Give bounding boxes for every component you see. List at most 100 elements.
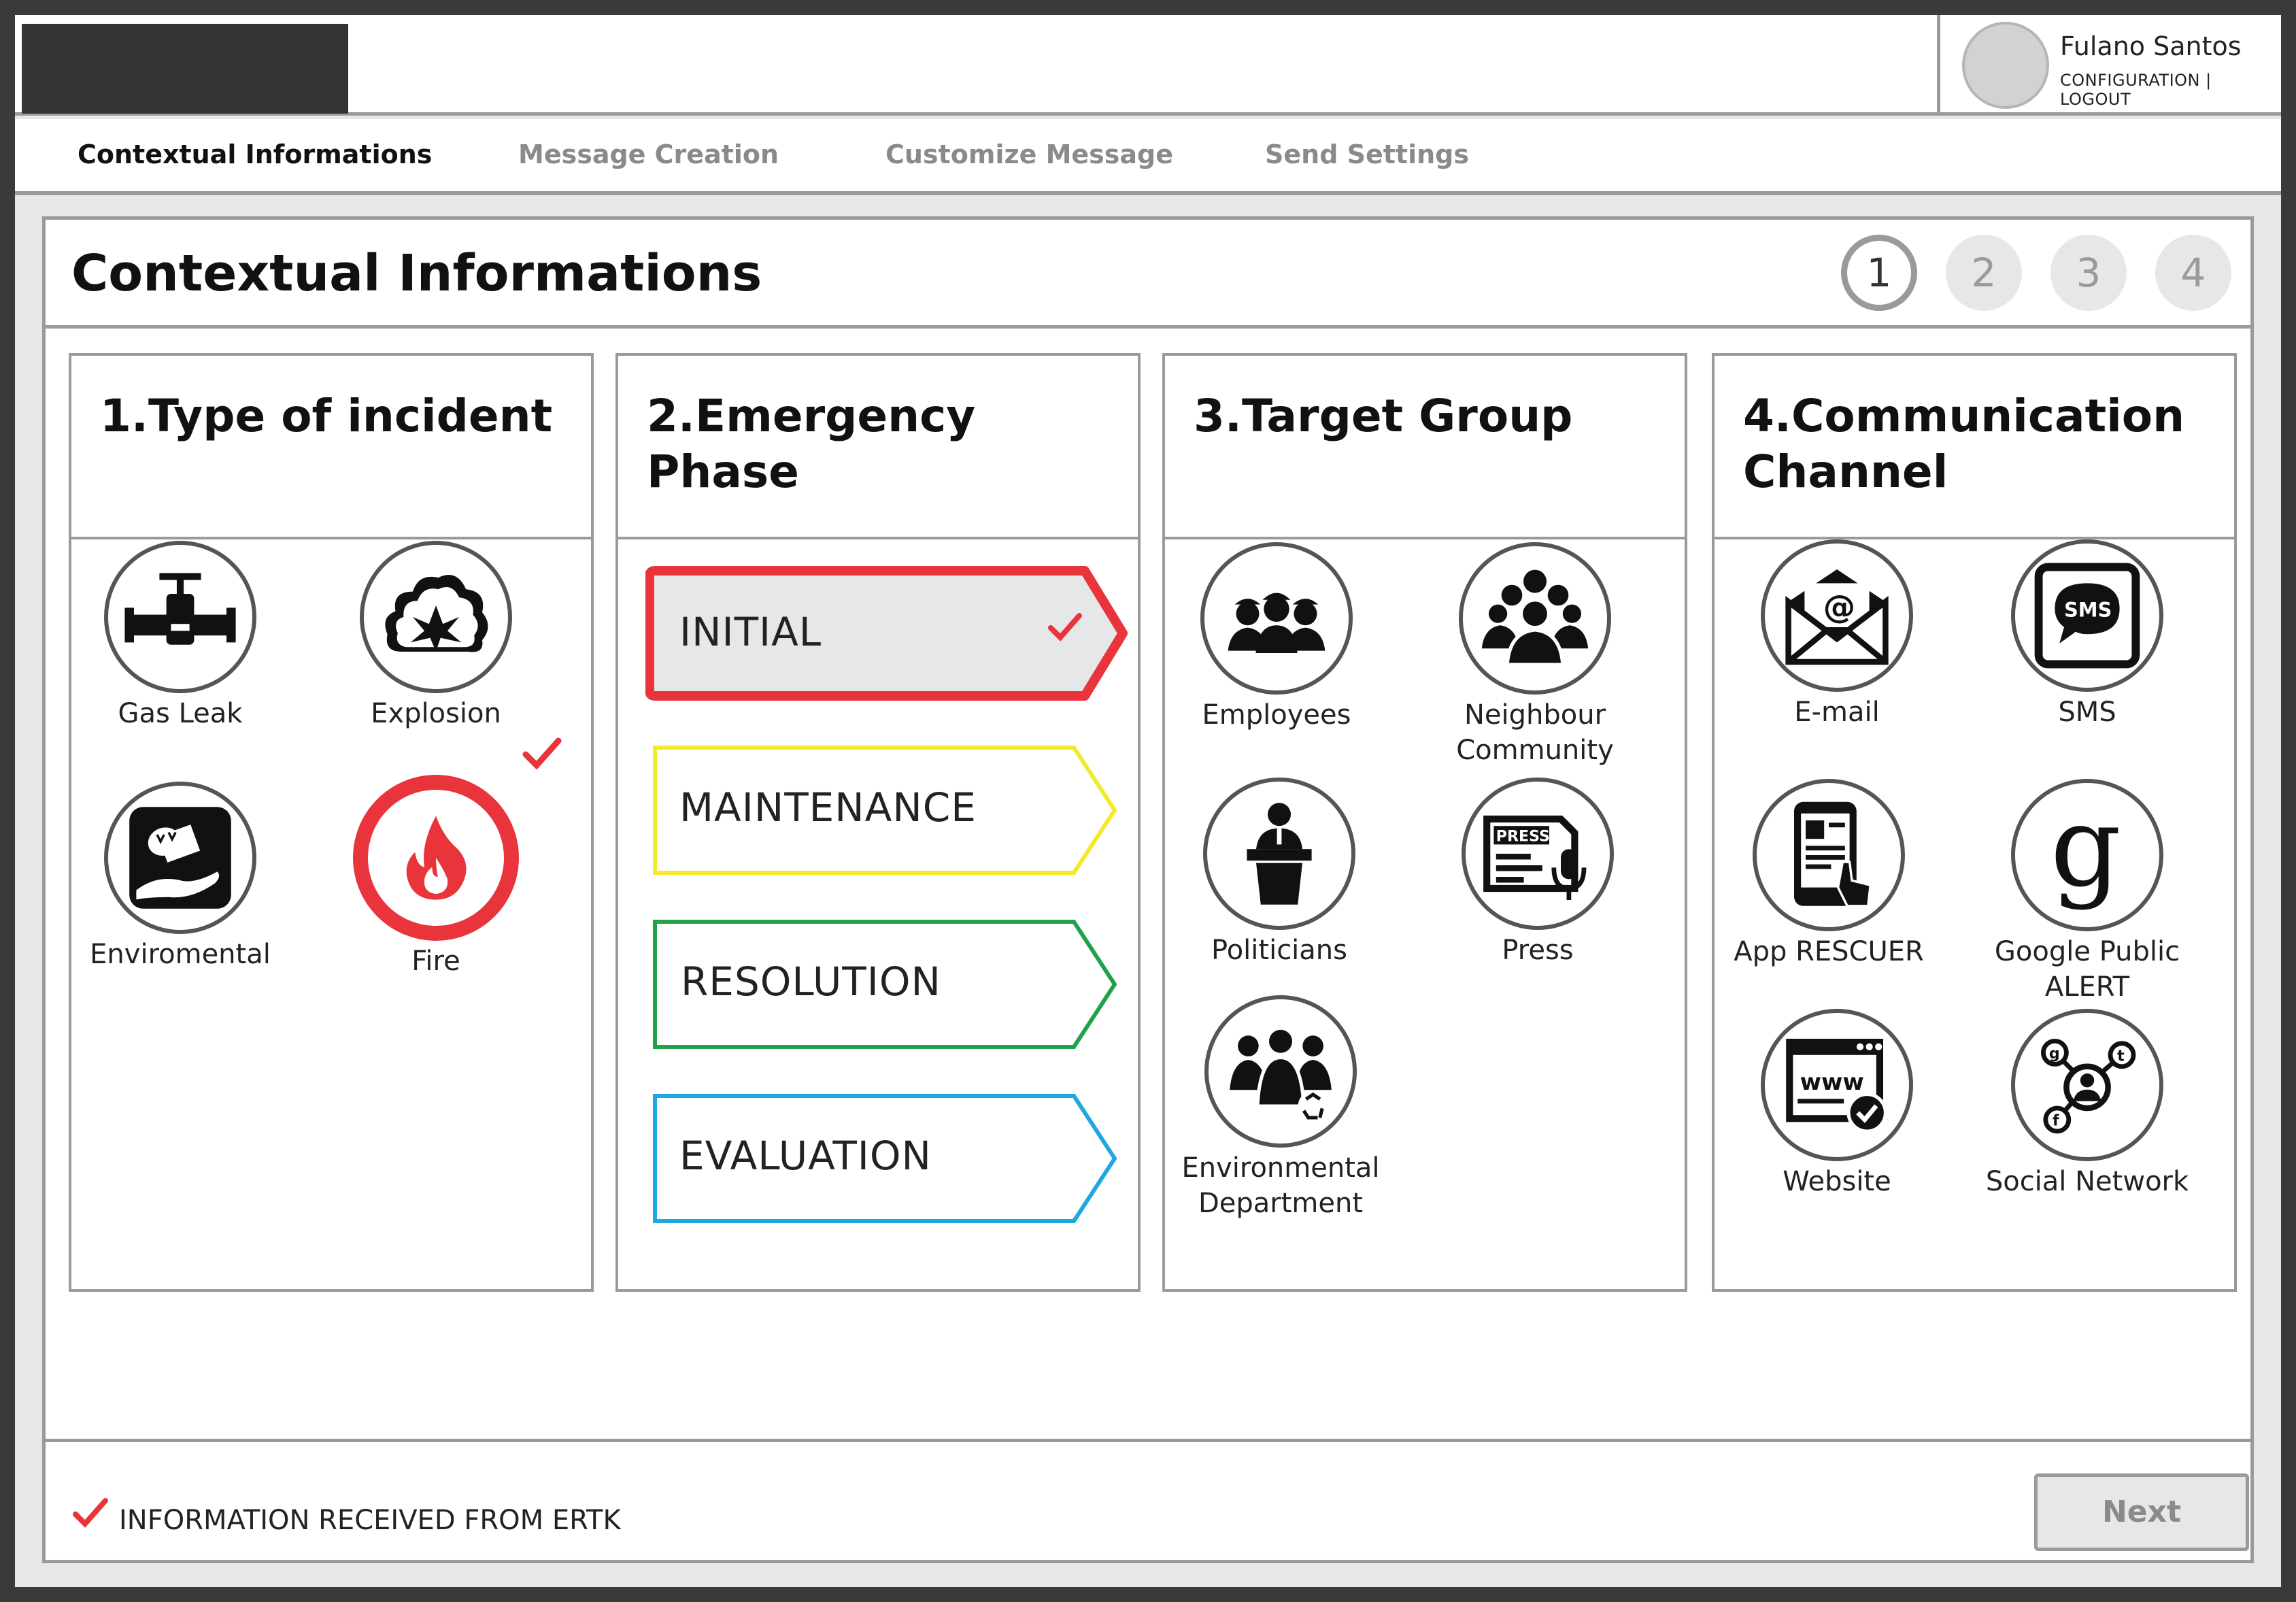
option-label: SMS — [2058, 697, 2116, 728]
option-label: Social Network — [1985, 1166, 2189, 1197]
environmental-department-icon — [1204, 995, 1357, 1148]
phase-column-title: 2.Emergency Phase — [647, 390, 976, 498]
channel-column-header: 4.Communication Channel — [1715, 356, 2234, 539]
phase-maintenance[interactable]: MAINTENANCE — [652, 745, 1121, 881]
svg-text:www: www — [1800, 1069, 1864, 1096]
target-neighbour-community[interactable]: Neighbour Community — [1426, 542, 1644, 768]
community-icon — [1459, 542, 1611, 695]
target-employees[interactable]: Employees — [1168, 542, 1385, 733]
channel-email[interactable]: @ E-mail — [1728, 539, 1946, 730]
press-icon: PRESS — [1462, 778, 1614, 930]
phase-column: 2.Emergency Phase INITIAL MAINTENANCE RE… — [615, 353, 1141, 1292]
phase-label: RESOLUTION — [681, 958, 941, 1005]
option-label: Website — [1783, 1166, 1891, 1197]
phase-initial[interactable]: INITIAL — [645, 560, 1135, 714]
incident-column: 1.Type of incident Gas Leak Explosion En… — [69, 353, 594, 1292]
tab-send-settings[interactable]: Send Settings — [1265, 139, 1469, 169]
logout-link[interactable]: LOGOUT — [2060, 90, 2131, 109]
logo — [22, 24, 348, 114]
target-politicians[interactable]: Politicians — [1170, 778, 1388, 968]
received-check-icon — [73, 1498, 108, 1528]
status-text: INFORMATION RECEIVED FROM ERTK — [119, 1505, 621, 1536]
incident-explosion[interactable]: Explosion — [327, 541, 545, 731]
option-label: Employees — [1202, 699, 1351, 731]
option-label: Politicians — [1211, 935, 1347, 966]
user-name: Fulano Santos — [2060, 31, 2242, 61]
channel-social-network[interactable]: g t f Social Network — [1978, 1009, 2196, 1199]
phase-label: MAINTENANCE — [679, 784, 977, 831]
step-2[interactable]: 2 — [1946, 235, 2022, 311]
phase-resolution[interactable]: RESOLUTION — [652, 919, 1121, 1055]
politician-podium-icon — [1203, 778, 1355, 930]
selected-check-icon — [522, 737, 562, 770]
card-header: Contextual Informations 1 2 3 4 — [46, 220, 2250, 329]
option-label: E-mail — [1794, 697, 1880, 728]
nav-bar: Contextual Informations Message Creation… — [15, 119, 2281, 195]
google-icon: g — [2011, 779, 2163, 931]
tab-customize-message[interactable]: Customize Message — [885, 139, 1173, 169]
option-label: App RESCUER — [1734, 936, 1924, 967]
option-label: Neighbour Community — [1456, 699, 1614, 766]
target-column: 3.Target Group Employees Neighbour Commu… — [1162, 353, 1687, 1292]
gas-valve-icon — [104, 541, 256, 693]
channel-app-rescuer[interactable]: App RESCUER — [1720, 779, 1938, 969]
incident-environmental[interactable]: Enviromental — [71, 782, 289, 972]
app-window: Fulano Santos CONFIGURATION | LOGOUT Con… — [15, 15, 2281, 1587]
social-network-icon: g t f — [2011, 1009, 2163, 1161]
tab-contextual-informations[interactable]: Contextual Informations — [78, 139, 432, 169]
option-label: Gas Leak — [118, 698, 243, 729]
channel-google-public-alert[interactable]: g Google Public ALERT — [1978, 779, 2196, 1005]
environmental-spill-icon — [104, 782, 256, 934]
option-label: Enviromental — [90, 939, 271, 970]
selected-check-icon — [1048, 613, 1082, 641]
svg-text:f: f — [2053, 1112, 2059, 1130]
sms-icon: SMS — [2011, 539, 2163, 692]
card-footer: INFORMATION RECEIVED FROM ERTK Next — [46, 1439, 2250, 1560]
option-label: Explosion — [371, 698, 501, 729]
link-separator: | — [2200, 71, 2212, 90]
top-bar: Fulano Santos CONFIGURATION | LOGOUT — [15, 15, 2281, 116]
incident-gas-leak[interactable]: Gas Leak — [71, 541, 289, 731]
target-column-header: 3.Target Group — [1165, 356, 1685, 539]
tab-message-creation[interactable]: Message Creation — [518, 139, 779, 169]
channel-sms[interactable]: SMS SMS — [1978, 539, 2196, 730]
incident-column-header: 1.Type of incident — [71, 356, 591, 539]
target-column-title: 3.Target Group — [1194, 390, 1573, 442]
user-area: Fulano Santos CONFIGURATION | LOGOUT — [1937, 15, 2281, 116]
incident-fire[interactable]: Fire — [327, 775, 545, 979]
phase-label: INITIAL — [679, 609, 822, 655]
phase-evaluation[interactable]: EVALUATION — [652, 1093, 1121, 1229]
fire-icon — [353, 775, 519, 941]
option-label: Environmental Department — [1181, 1152, 1380, 1219]
option-label: Google Public ALERT — [1994, 936, 2180, 1003]
main-card: Contextual Informations 1 2 3 4 1.Type o… — [42, 216, 2254, 1563]
option-label: Press — [1502, 935, 1574, 966]
page-title: Contextual Informations — [71, 244, 762, 303]
option-label: Fire — [411, 946, 460, 977]
avatar[interactable] — [1962, 22, 2049, 109]
target-press[interactable]: PRESS Press — [1429, 778, 1647, 968]
incident-column-title: 1.Type of incident — [100, 390, 553, 442]
phase-column-header: 2.Emergency Phase — [618, 356, 1138, 539]
step-4[interactable]: 4 — [2155, 235, 2231, 311]
explosion-icon — [360, 541, 512, 693]
step-1[interactable]: 1 — [1841, 235, 1917, 311]
svg-text:PRESS: PRESS — [1496, 827, 1550, 845]
svg-text:@: @ — [1823, 588, 1856, 626]
svg-text:t: t — [2117, 1047, 2125, 1065]
workers-icon — [1200, 542, 1353, 695]
next-button[interactable]: Next — [2034, 1473, 2249, 1551]
user-links: CONFIGURATION | LOGOUT — [2060, 71, 2281, 109]
website-icon: www — [1761, 1009, 1913, 1161]
configuration-link[interactable]: CONFIGURATION — [2060, 71, 2200, 90]
step-3[interactable]: 3 — [2050, 235, 2127, 311]
channel-website[interactable]: www Website — [1728, 1009, 1946, 1199]
phase-label: EVALUATION — [679, 1133, 932, 1179]
svg-text:SMS: SMS — [2064, 599, 2112, 622]
channel-column-title: 4.Communication Channel — [1743, 390, 2185, 498]
email-icon: @ — [1761, 539, 1913, 692]
target-environmental-department[interactable]: Environmental Department — [1172, 995, 1389, 1221]
svg-text:g: g — [2050, 797, 2121, 912]
channel-column: 4.Communication Channel @ E-mail SMS SMS… — [1712, 353, 2237, 1292]
svg-text:g: g — [2049, 1045, 2060, 1063]
